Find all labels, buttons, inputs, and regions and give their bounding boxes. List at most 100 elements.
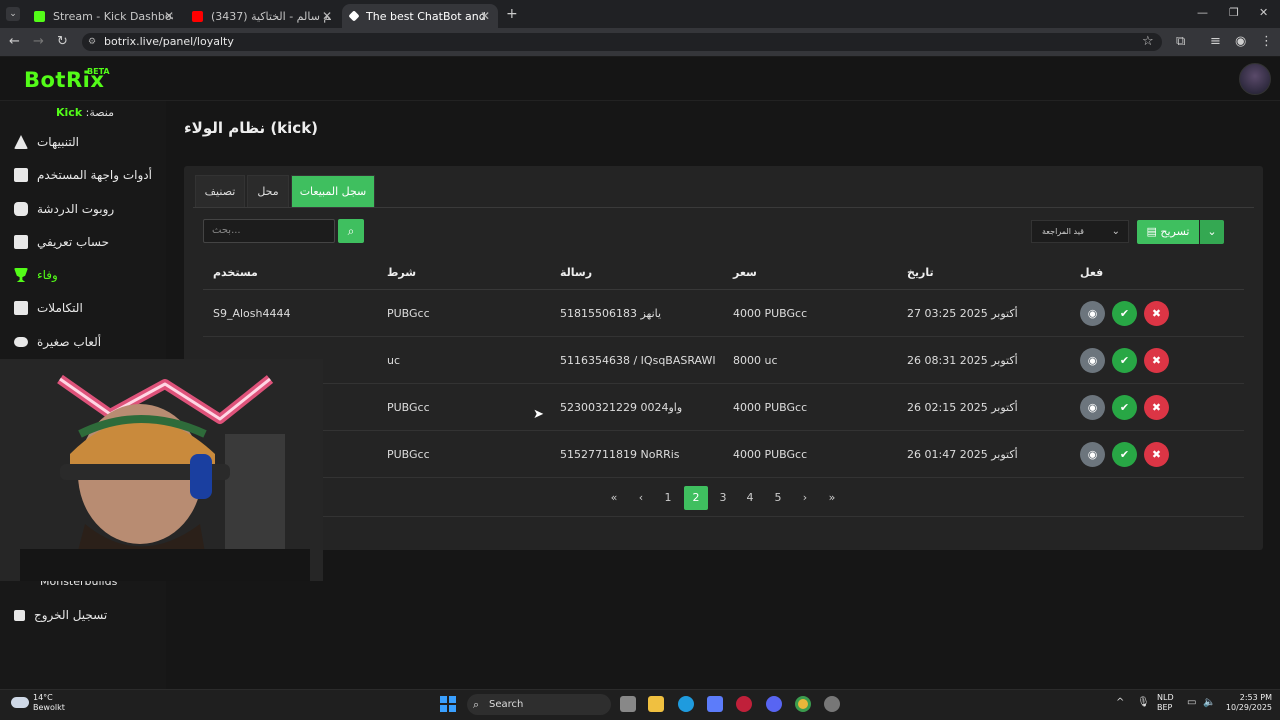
browser-tab-kick[interactable]: Stream - Kick Dashboard ✕ [26, 4, 182, 28]
search-input[interactable]: بحث... [203, 219, 335, 243]
approve-button[interactable]: ✔ [1112, 348, 1137, 373]
reject-button[interactable]: ✖ [1144, 301, 1169, 326]
volume-icon[interactable]: 🔈 [1203, 697, 1215, 708]
reject-button[interactable]: ✖ [1144, 442, 1169, 467]
chrome-icon[interactable] [795, 696, 811, 712]
close-icon[interactable]: ✕ [164, 9, 174, 23]
app-topbar [0, 57, 1280, 101]
reject-button[interactable]: ✖ [1144, 395, 1169, 420]
task-view-icon[interactable] [620, 696, 636, 712]
page-1[interactable]: 1 [656, 486, 680, 510]
table-row: uc 5116354638 / IQsqBASRAWI 8000 uc 26 أ… [203, 337, 1244, 384]
cell-date: 26 أكتوبر 2025 02:15 [907, 401, 1018, 414]
minimize-button[interactable]: — [1197, 6, 1208, 19]
language-indicator[interactable]: NLD BEP [1157, 693, 1174, 713]
tab-shop[interactable]: محل [247, 175, 289, 207]
weather-widget[interactable]: 14°C Bewolkt [33, 693, 65, 713]
new-tab-button[interactable]: + [506, 6, 518, 22]
view-button[interactable]: ◉ [1080, 442, 1105, 467]
avatar[interactable] [1239, 63, 1271, 95]
sidebar-item-widgets[interactable]: أدوات واجهة المستخدم [0, 160, 166, 190]
page-5[interactable]: 5 [766, 486, 790, 510]
sidebar-item-integrations[interactable]: التكاملات [0, 293, 166, 323]
app-icon[interactable] [824, 696, 840, 712]
close-icon: ✖ [1151, 448, 1162, 461]
prev-page-button[interactable]: ‹ [629, 486, 653, 510]
platform-indicator: منصة: Kick [56, 106, 114, 119]
menu-icon[interactable]: ⋮ [1260, 34, 1273, 49]
extensions-icon[interactable]: ⧉ [1176, 34, 1185, 49]
search-button[interactable]: ⌕ [338, 219, 364, 243]
cell-date: 26 أكتوبر 2025 01:47 [907, 448, 1018, 461]
file-explorer-icon[interactable] [648, 696, 664, 712]
last-page-button[interactable]: » [820, 486, 844, 510]
windows-start-icon[interactable] [440, 696, 456, 712]
sidebar-item-profile[interactable]: حساب تعريفي [0, 227, 166, 257]
page-4[interactable]: 4 [738, 486, 762, 510]
network-icon[interactable]: ▭ [1187, 697, 1196, 708]
cell-message: 51815506183 يانهز [560, 307, 662, 320]
page-3[interactable]: 3 [711, 486, 735, 510]
view-button[interactable]: ◉ [1080, 348, 1105, 373]
tab-divider [193, 207, 1254, 208]
status-filter-select[interactable]: قيد المراجعة ⌄ [1031, 220, 1129, 243]
bookmark-star-icon[interactable]: ☆ [1142, 34, 1154, 49]
back-button[interactable]: ← [9, 34, 20, 49]
check-icon: ✔ [1119, 448, 1130, 461]
media-control-icon[interactable]: ≡ [1210, 34, 1221, 49]
first-page-button[interactable]: « [602, 486, 626, 510]
check-icon: ✔ [1119, 401, 1130, 414]
page-2[interactable]: 2 [684, 486, 708, 510]
sidebar-item-alerts[interactable]: التنبيهات [0, 127, 166, 157]
view-button[interactable]: ◉ [1080, 301, 1105, 326]
botrix-favicon-icon [348, 10, 360, 22]
forward-button[interactable]: → [33, 34, 44, 49]
header-date: تاريخ [907, 266, 934, 279]
sidebar-item-chatbot[interactable]: روبوت الدردشة [0, 194, 166, 224]
browser-tab-botrix[interactable]: The best ChatBot and Widgets ✕ [342, 4, 498, 28]
cell-condition: PUBGcc [387, 448, 430, 461]
trophy-icon [14, 268, 28, 282]
opera-icon[interactable] [736, 696, 752, 712]
tab-sales-log[interactable]: سجل المبيعات [291, 175, 375, 207]
logout-icon [14, 609, 25, 621]
tab-ranking[interactable]: تصنيف [195, 175, 245, 207]
cell-condition: PUBGcc [387, 307, 430, 320]
approve-button[interactable]: ✔ [1112, 442, 1137, 467]
discord-icon[interactable] [766, 696, 782, 712]
microphone-icon[interactable]: 🎙 [1137, 697, 1150, 708]
beta-badge: BETA [87, 67, 110, 76]
tray-chevron-up-icon[interactable]: ^ [1116, 697, 1124, 708]
clock[interactable]: 2:53 PM 10/29/2025 [1222, 693, 1272, 713]
reload-button[interactable]: ↻ [57, 34, 68, 49]
eye-icon: ◉ [1087, 401, 1098, 414]
reject-button[interactable]: ✖ [1144, 348, 1169, 373]
sidebar-item-logout[interactable]: تسجيل الخروج [0, 600, 166, 630]
check-icon: ✔ [1119, 354, 1130, 367]
export-button[interactable]: ▤ تسريح [1137, 220, 1199, 244]
approve-button[interactable]: ✔ [1112, 395, 1137, 420]
eye-icon: ◉ [1087, 354, 1098, 367]
tab-search-icon[interactable]: ⌄ [6, 7, 20, 21]
close-window-button[interactable]: ✕ [1259, 6, 1268, 19]
browser-tab-youtube[interactable]: (3437) سليم سالم - الختاكية ✕ [184, 4, 340, 28]
taskbar-search[interactable]: ⌕ Search [467, 694, 611, 715]
cell-date: 27 أكتوبر 2025 03:25 [907, 307, 1018, 320]
close-icon[interactable]: ✕ [480, 9, 490, 23]
table-row: S9_Alosh4444 PUBGcc 51815506183 يانهز 40… [203, 290, 1244, 337]
store-icon[interactable] [707, 696, 723, 712]
address-bar[interactable]: ⚙ botrix.live/panel/loyalty [82, 33, 1162, 51]
edge-icon[interactable] [678, 696, 694, 712]
site-info-icon[interactable]: ⚙ [88, 33, 96, 51]
view-button[interactable]: ◉ [1080, 395, 1105, 420]
restore-button[interactable]: ❐ [1229, 6, 1239, 19]
profile-icon[interactable]: ◉ [1235, 34, 1246, 49]
sidebar-item-minigames[interactable]: ألعاب صغيرة [0, 327, 166, 357]
approve-button[interactable]: ✔ [1112, 301, 1137, 326]
close-icon[interactable]: ✕ [322, 9, 332, 23]
sidebar-item-loyalty[interactable]: وفاء [0, 260, 166, 290]
next-page-button[interactable]: › [793, 486, 817, 510]
export-dropdown-button[interactable]: ⌄ [1200, 220, 1224, 244]
header-action: فعل [1080, 266, 1104, 279]
cell-price: 4000 PUBGcc [733, 401, 808, 414]
